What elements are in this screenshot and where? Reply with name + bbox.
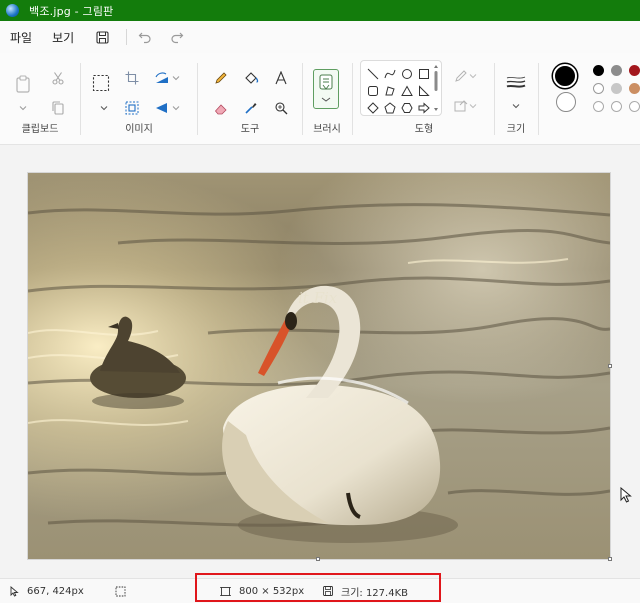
hexagon-shape-icon[interactable] bbox=[398, 99, 415, 116]
selection-size-status bbox=[115, 584, 134, 598]
size-dropdown-chevron-icon[interactable] bbox=[507, 97, 525, 115]
flip-dropdown-chevron-icon[interactable] bbox=[171, 99, 181, 117]
resize-icon[interactable] bbox=[123, 99, 141, 117]
palette-swatch-empty[interactable] bbox=[611, 101, 622, 112]
line-shape-icon[interactable] bbox=[364, 65, 381, 82]
rotate-icon[interactable] bbox=[153, 69, 171, 87]
oval-shape-icon[interactable] bbox=[398, 65, 415, 82]
paste-dropdown-chevron-icon[interactable] bbox=[14, 99, 32, 117]
cut-icon[interactable] bbox=[49, 69, 67, 87]
mouse-pointer-icon bbox=[620, 486, 632, 506]
palette-swatch-black[interactable] bbox=[593, 65, 604, 76]
swan-photo: it Fix bbox=[28, 173, 610, 559]
clipboard-group: 클립보드 bbox=[0, 57, 80, 143]
shapes-gallery bbox=[360, 60, 442, 116]
magnifier-icon[interactable] bbox=[272, 99, 290, 117]
palette-swatch-empty[interactable] bbox=[593, 101, 604, 112]
menu-bar: 파일 보기 bbox=[0, 21, 640, 53]
copy-icon[interactable] bbox=[49, 99, 67, 117]
watermark-text: it Fix bbox=[298, 289, 338, 307]
curve-shape-icon[interactable] bbox=[381, 65, 398, 82]
select-dropdown-chevron-icon[interactable] bbox=[95, 99, 113, 117]
palette-swatch-dark-red[interactable] bbox=[629, 65, 640, 76]
diamond-shape-icon[interactable] bbox=[364, 99, 381, 116]
palette-swatch-light-gray[interactable] bbox=[611, 83, 622, 94]
secondary-color-swatch[interactable] bbox=[556, 92, 576, 112]
rectangle-shape-icon[interactable] bbox=[415, 65, 432, 82]
resize-handle-corner[interactable] bbox=[608, 557, 612, 561]
cursor-position-text: 667, 424px bbox=[27, 585, 84, 597]
outline-dropdown-chevron-icon[interactable] bbox=[468, 67, 478, 85]
pentagon-shape-icon[interactable] bbox=[381, 99, 398, 116]
pencil-icon[interactable] bbox=[212, 69, 230, 87]
paint-app-icon bbox=[6, 4, 19, 17]
title-bar: 백조.jpg - 그림판 bbox=[0, 0, 640, 21]
undo-icon[interactable] bbox=[137, 29, 153, 45]
tools-group-label: 도구 bbox=[240, 124, 260, 135]
file-menu[interactable]: 파일 bbox=[10, 29, 32, 46]
ribbon: 클립보드 이미지 도구 브러시 도형 크기 bbox=[0, 53, 640, 145]
resize-handle-bottom[interactable] bbox=[316, 557, 320, 561]
save-icon[interactable] bbox=[94, 29, 110, 45]
select-icon[interactable] bbox=[91, 73, 111, 93]
highlight-box bbox=[195, 573, 441, 602]
brush-icon[interactable] bbox=[313, 69, 339, 109]
brush-group-label: 브러시 bbox=[313, 124, 341, 135]
size-group-label: 크기 bbox=[506, 124, 526, 135]
palette-swatch-white[interactable] bbox=[593, 83, 604, 94]
tools-group: 도구 bbox=[198, 57, 302, 143]
right-triangle-shape-icon[interactable] bbox=[415, 82, 432, 99]
shapes-group-label: 도형 bbox=[414, 124, 434, 135]
group-separator bbox=[538, 63, 539, 135]
palette-swatch-brown[interactable] bbox=[629, 83, 640, 94]
text-icon[interactable] bbox=[272, 69, 290, 87]
window-title: 백조.jpg - 그림판 bbox=[29, 4, 114, 18]
brush-group: 브러시 bbox=[303, 57, 351, 143]
paste-icon[interactable] bbox=[14, 75, 32, 93]
palette-swatch-gray[interactable] bbox=[611, 65, 622, 76]
shapes-scrollbar[interactable] bbox=[434, 65, 438, 111]
pointer-icon bbox=[10, 585, 19, 597]
rotate-dropdown-chevron-icon[interactable] bbox=[171, 69, 181, 87]
palette-swatch-empty[interactable] bbox=[629, 101, 640, 112]
eraser-icon[interactable] bbox=[212, 99, 230, 117]
view-menu[interactable]: 보기 bbox=[52, 29, 74, 46]
resize-handle-right[interactable] bbox=[608, 364, 612, 368]
selection-icon bbox=[115, 586, 126, 597]
clipboard-group-label: 클립보드 bbox=[21, 124, 59, 135]
stroke-size-icon[interactable] bbox=[505, 75, 527, 89]
polygon-shape-icon[interactable] bbox=[381, 82, 398, 99]
color-picker-icon[interactable] bbox=[242, 99, 260, 117]
canvas-area[interactable]: it Fix bbox=[0, 146, 640, 578]
flip-icon[interactable] bbox=[153, 99, 171, 117]
size-group: 크기 bbox=[495, 57, 537, 143]
menu-separator bbox=[126, 29, 128, 45]
fill-bucket-icon[interactable] bbox=[242, 69, 260, 87]
primary-color-swatch[interactable] bbox=[553, 64, 577, 88]
cursor-position-status: 667, 424px bbox=[10, 584, 84, 598]
image-canvas[interactable]: it Fix bbox=[28, 173, 610, 559]
image-group-label: 이미지 bbox=[125, 124, 153, 135]
crop-icon[interactable] bbox=[123, 69, 141, 87]
fill-dropdown-chevron-icon[interactable] bbox=[468, 97, 478, 115]
arrow-shape-icon[interactable] bbox=[415, 99, 432, 116]
image-group: 이미지 bbox=[81, 57, 197, 143]
redo-icon[interactable] bbox=[169, 29, 185, 45]
rounded-rectangle-shape-icon[interactable] bbox=[364, 82, 381, 99]
triangle-shape-icon[interactable] bbox=[398, 82, 415, 99]
